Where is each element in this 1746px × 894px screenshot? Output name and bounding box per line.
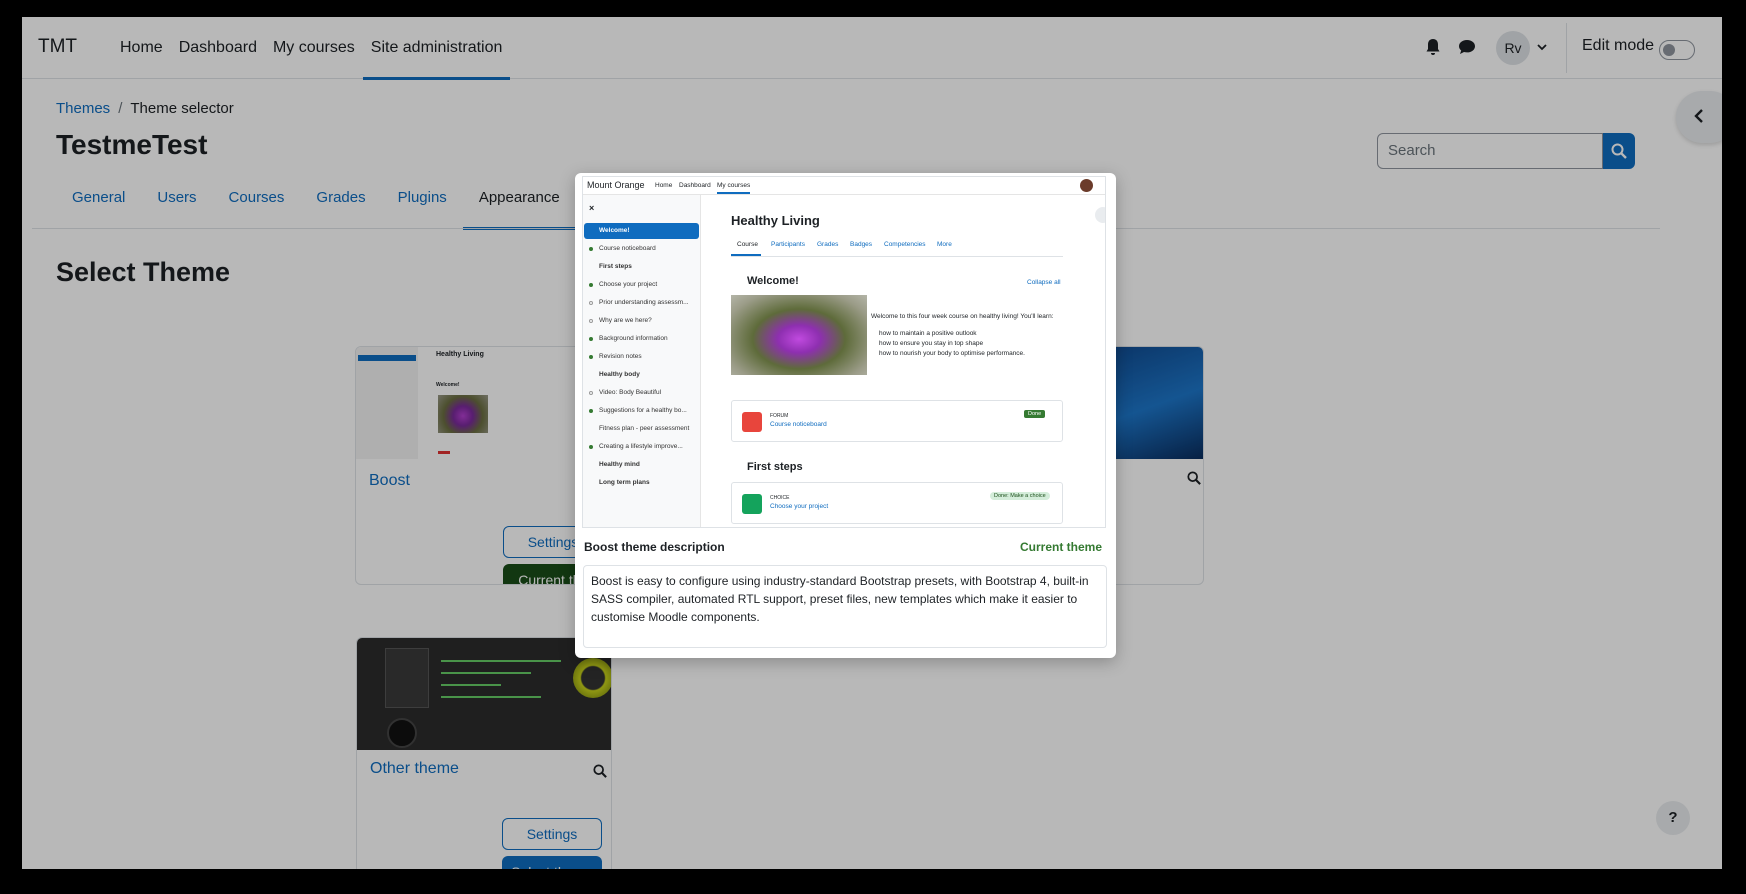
preview-drawer-toggle [1095,207,1105,223]
preview-nav-dashboard: Dashboard [679,182,711,189]
preview-tab: Course [737,241,758,248]
preview-choice-name: Choose your project [770,503,829,510]
preview-forum-activity: FORUM Course noticeboard Done [731,400,1063,442]
preview-sidebar-item: Background information [599,335,668,342]
preview-choice-icon [742,494,762,514]
preview-dot [589,409,593,413]
preview-sidebar-item: Video: Body Beautiful [599,389,662,396]
preview-sidebar-item: Why are we here? [599,317,652,324]
preview-done-badge: Done [1024,410,1046,418]
boost-preview-screenshot: Mount Orange Home Dashboard My courses ×… [582,176,1106,528]
browser-page: TMT Home Dashboard My courses Site admin… [22,17,1722,869]
preview-sidebar-item: Healthy mind [599,461,640,468]
preview-forum-name: Course noticeboard [770,421,827,428]
preview-sidebar-item: First steps [599,263,632,270]
preview-course-tabs: Course Participants Grades Badges Compet… [731,241,1063,257]
preview-nav-home: Home [655,182,673,189]
preview-section-welcome: Welcome! [747,275,799,287]
preview-choice-status: Done: Make a choice [990,492,1050,500]
preview-tab: More [937,241,952,248]
preview-sidebar-item: Prior understanding assessm... [599,299,689,306]
preview-section-first-steps: First steps [747,461,803,473]
preview-site-name: Mount Orange [587,180,645,190]
preview-dot [589,445,593,449]
preview-forum-type: FORUM [770,413,789,419]
preview-course-title: Healthy Living [731,213,820,228]
preview-tab: Grades [817,241,839,248]
preview-collapse-all: Collapse all [1027,279,1061,286]
preview-dot [589,337,593,341]
preview-sidebar-item: Suggestions for a healthy bo... [599,407,687,414]
preview-sidebar-item: Long term plans [599,479,650,486]
preview-tab-underline [731,254,761,256]
preview-sidebar-item: Fitness plan - peer assessment [599,425,690,432]
preview-lotus-image [731,295,867,375]
current-theme-label: Current theme [1019,540,1102,554]
preview-sidebar-item: Welcome! [599,227,630,234]
preview-forum-icon [742,412,762,432]
preview-intro-text: Welcome to this four week course on heal… [871,313,1054,320]
theme-description-modal: Mount Orange Home Dashboard My courses ×… [575,173,1116,658]
theme-description-text: Boost is easy to configure using industr… [583,565,1107,648]
preview-sidebar-item: Healthy body [599,371,640,378]
preview-tab: Competencies [884,241,926,248]
preview-close-icon: × [589,203,595,213]
preview-dot [589,391,593,395]
preview-dot [589,355,593,359]
preview-dot [589,283,593,287]
preview-tab: Badges [850,241,873,248]
preview-tab: Participants [771,241,805,248]
preview-bullet: how to maintain a positive outlook [879,330,977,337]
preview-sidebar-item: Course noticeboard [599,245,656,252]
preview-bullet: how to ensure you stay in top shape [879,340,984,347]
preview-dot [589,301,593,305]
preview-course-index: × Welcome! Course noticeboard First step… [583,195,701,527]
preview-dot [589,319,593,323]
preview-sidebar-item: Revision notes [599,353,642,360]
preview-sidebar-item: Creating a lifestyle improve... [599,443,683,450]
preview-bullet: how to nourish your body to optimise per… [879,350,1025,357]
preview-navbar: Mount Orange Home Dashboard My courses [583,177,1105,195]
preview-choice-activity: CHOICE Choose your project Done: Make a … [731,482,1063,524]
preview-sidebar-item: Choose your project [599,281,658,288]
preview-dot [589,247,593,251]
preview-avatar [1080,179,1093,192]
preview-choice-type: CHOICE [770,495,790,501]
description-label: Boost theme description [584,540,725,554]
preview-nav-my-courses: My courses [717,182,751,194]
